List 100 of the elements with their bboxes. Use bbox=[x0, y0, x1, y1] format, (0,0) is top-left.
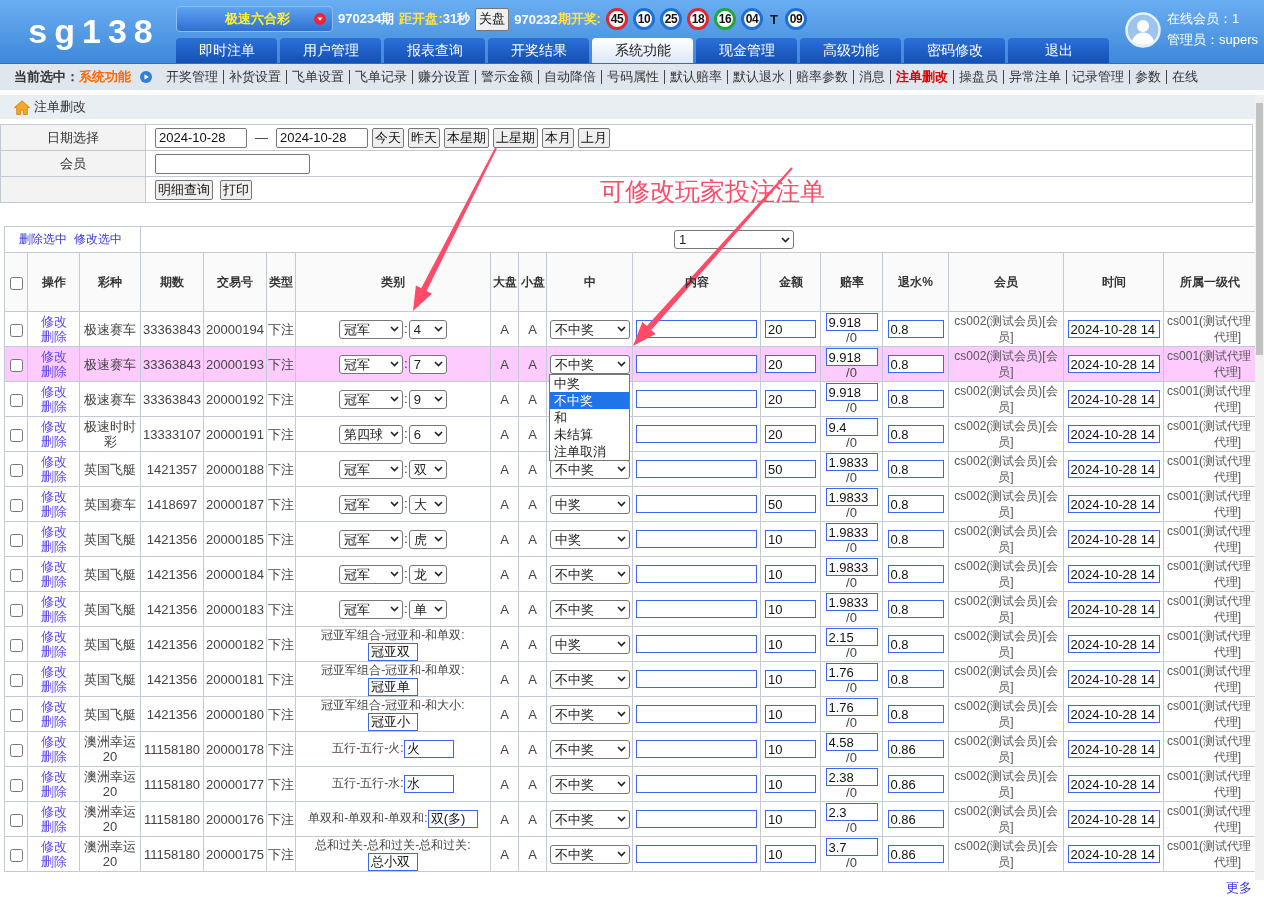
date-range-button[interactable]: 昨天 bbox=[408, 127, 440, 148]
play-select[interactable]: 冠军 bbox=[339, 494, 404, 514]
checkbox[interactable] bbox=[9, 778, 23, 792]
amount-input[interactable]: 10 bbox=[765, 600, 817, 618]
time-input[interactable]: 2024-10-28 14 bbox=[1067, 600, 1160, 618]
rebate-input[interactable]: 0.8 bbox=[887, 635, 944, 653]
odds-input[interactable]: 9.918 bbox=[825, 383, 878, 401]
action-link[interactable]: 修改 bbox=[40, 804, 67, 819]
more-link[interactable]: 更多 bbox=[1226, 879, 1252, 897]
amount-input[interactable]: 20 bbox=[765, 425, 817, 443]
action-link[interactable]: 删除 bbox=[40, 574, 67, 589]
rebate-input[interactable]: 0.8 bbox=[887, 530, 944, 548]
nav-tab[interactable]: 密码修改 bbox=[904, 38, 1005, 63]
content-input[interactable] bbox=[636, 845, 758, 863]
bet-value-input[interactable]: 双(多) bbox=[427, 810, 478, 828]
odds-input[interactable]: 9.918 bbox=[825, 348, 878, 366]
result-select[interactable]: 不中奖 bbox=[549, 669, 630, 689]
rebate-input[interactable]: 0.8 bbox=[887, 670, 944, 688]
odds-input[interactable]: 2.3 bbox=[825, 803, 878, 821]
pick-select[interactable]: 虎 bbox=[408, 529, 447, 549]
pick-select[interactable]: 4 bbox=[408, 319, 447, 339]
result-select[interactable]: 不中奖 bbox=[549, 319, 630, 339]
time-input[interactable]: 2024-10-28 14 bbox=[1067, 565, 1160, 583]
action-link[interactable]: 删除 bbox=[40, 539, 67, 554]
result-select[interactable]: 不中奖 bbox=[549, 599, 630, 619]
time-input[interactable]: 2024-10-28 14 bbox=[1067, 705, 1160, 723]
time-input[interactable]: 2024-10-28 14 bbox=[1067, 460, 1160, 478]
action-link[interactable]: 删除 bbox=[40, 854, 67, 869]
action-link[interactable]: 删除 bbox=[40, 714, 67, 729]
rebate-input[interactable]: 0.8 bbox=[887, 390, 944, 408]
bet-value-input[interactable]: 冠亚双 bbox=[368, 643, 419, 661]
nav-tab[interactable]: 报表查询 bbox=[384, 38, 485, 63]
date-range-button[interactable]: 上月 bbox=[578, 127, 610, 148]
date-from-input[interactable]: 2024-10-28 bbox=[155, 127, 247, 148]
subnav-link[interactable]: 赔率参数 bbox=[790, 70, 853, 84]
result-select[interactable]: 不中奖 bbox=[549, 739, 630, 759]
nav-tab[interactable]: 高级功能 bbox=[800, 38, 901, 63]
checkbox[interactable] bbox=[9, 743, 23, 757]
action-link[interactable]: 修改 bbox=[40, 419, 67, 434]
action-link[interactable]: 修改 bbox=[40, 734, 67, 749]
subnav-link[interactable]: 自动降倍 bbox=[538, 70, 601, 84]
content-input[interactable] bbox=[636, 600, 758, 618]
time-input[interactable]: 2024-10-28 14 bbox=[1067, 530, 1160, 548]
time-input[interactable]: 2024-10-28 14 bbox=[1067, 845, 1160, 863]
time-input[interactable]: 2024-10-28 14 bbox=[1067, 355, 1160, 373]
bet-value-input[interactable]: 冠亚单 bbox=[368, 678, 419, 696]
subnav-link[interactable]: 在线 bbox=[1166, 70, 1203, 84]
action-link[interactable]: 删除 bbox=[40, 364, 67, 379]
action-link[interactable]: 修改 bbox=[40, 664, 67, 679]
subnav-link[interactable]: 飞单记录 bbox=[349, 70, 412, 84]
action-link[interactable]: 修改 bbox=[40, 629, 67, 644]
checkbox[interactable] bbox=[9, 323, 23, 337]
subnav-link[interactable]: 号码属性 bbox=[601, 70, 664, 84]
pick-select[interactable]: 双 bbox=[408, 459, 447, 479]
content-input[interactable] bbox=[636, 705, 758, 723]
amount-input[interactable]: 10 bbox=[765, 530, 817, 548]
amount-input[interactable]: 20 bbox=[765, 320, 817, 338]
bet-value-input[interactable]: 总小双 bbox=[368, 853, 419, 871]
result-select[interactable]: 中奖 bbox=[549, 634, 630, 654]
action-link[interactable]: 删除 bbox=[40, 329, 67, 344]
rebate-input[interactable]: 0.86 bbox=[887, 810, 944, 828]
action-link[interactable]: 删除 bbox=[40, 504, 67, 519]
amount-input[interactable]: 10 bbox=[765, 845, 817, 863]
amount-input[interactable]: 10 bbox=[765, 670, 817, 688]
content-input[interactable] bbox=[636, 810, 758, 828]
date-range-button[interactable]: 本月 bbox=[542, 127, 574, 148]
time-input[interactable]: 2024-10-28 14 bbox=[1067, 740, 1160, 758]
vertical-scrollbar[interactable] bbox=[1255, 95, 1264, 880]
action-link[interactable]: 删除 bbox=[40, 434, 67, 449]
result-select[interactable]: 不中奖 bbox=[549, 809, 630, 829]
odds-input[interactable]: 1.9833 bbox=[825, 593, 878, 611]
action-link[interactable]: 修改 bbox=[40, 314, 67, 329]
subnav-link[interactable]: 默认退水 bbox=[727, 70, 790, 84]
bulk-action-link[interactable]: 删除选中 bbox=[19, 232, 67, 246]
play-select[interactable]: 冠军 bbox=[339, 599, 404, 619]
rebate-input[interactable]: 0.8 bbox=[887, 705, 944, 723]
content-input[interactable] bbox=[636, 460, 758, 478]
rebate-input[interactable]: 0.8 bbox=[887, 320, 944, 338]
odds-input[interactable]: 1.9833 bbox=[825, 558, 878, 576]
rebate-input[interactable]: 0.86 bbox=[887, 845, 944, 863]
time-input[interactable]: 2024-10-28 14 bbox=[1067, 670, 1160, 688]
odds-input[interactable]: 1.76 bbox=[825, 698, 878, 716]
pick-select[interactable]: 单 bbox=[408, 599, 447, 619]
time-input[interactable]: 2024-10-28 14 bbox=[1067, 775, 1160, 793]
amount-input[interactable]: 10 bbox=[765, 635, 817, 653]
nav-tab[interactable]: 现金管理 bbox=[696, 38, 797, 63]
checkbox[interactable] bbox=[9, 708, 23, 722]
odds-input[interactable]: 1.9833 bbox=[825, 488, 878, 506]
content-input[interactable] bbox=[636, 390, 758, 408]
content-input[interactable] bbox=[636, 530, 758, 548]
content-input[interactable] bbox=[636, 670, 758, 688]
date-to-input[interactable]: 2024-10-28 bbox=[276, 127, 368, 148]
action-link[interactable]: 修改 bbox=[40, 559, 67, 574]
subnav-link[interactable]: 补货设置 bbox=[223, 70, 286, 84]
date-range-button[interactable]: 上星期 bbox=[493, 127, 538, 148]
member-input[interactable] bbox=[155, 153, 310, 174]
action-link[interactable]: 修改 bbox=[40, 454, 67, 469]
amount-input[interactable]: 10 bbox=[765, 810, 817, 828]
subnav-link[interactable]: 默认赔率 bbox=[664, 70, 727, 84]
result-select[interactable]: 中奖 bbox=[549, 494, 630, 514]
